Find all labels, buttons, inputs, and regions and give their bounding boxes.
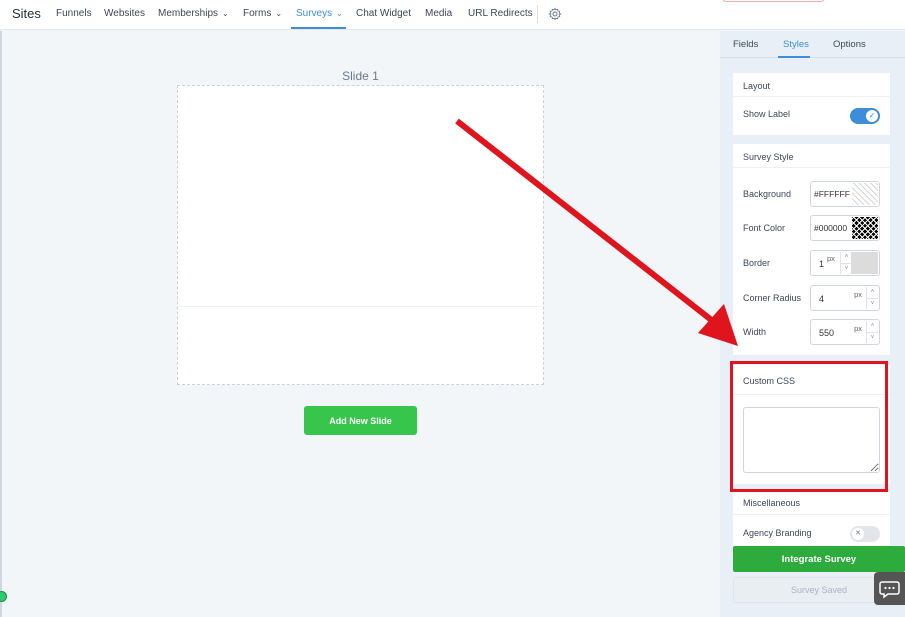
nav-divider — [537, 5, 538, 23]
nav-item-chat-widget[interactable]: Chat Widget — [356, 8, 411, 19]
slide-divider — [178, 306, 543, 307]
nav-item-memberships-label: Memberships — [158, 8, 219, 19]
chevron-down-icon: ⌄ — [275, 9, 283, 18]
add-new-slide-button[interactable]: Add New Slide — [304, 406, 417, 435]
survey-style-card: Survey Style Background #FFFFFF Font Col… — [733, 144, 890, 355]
corner-radius-value: 4 — [819, 294, 825, 304]
background-color-field[interactable]: #FFFFFF — [810, 181, 880, 207]
card-divider — [733, 514, 890, 515]
active-nav-indicator — [291, 27, 346, 29]
gear-icon[interactable] — [548, 7, 562, 21]
nav-item-websites[interactable]: Websites — [104, 8, 145, 19]
brand-title: Sites — [12, 6, 41, 21]
miscellaneous-title: Miscellaneous — [743, 498, 801, 508]
font-color-value: #000000 — [814, 223, 848, 233]
show-label-label: Show Label — [743, 109, 791, 119]
decrement-icon[interactable]: ˅ — [866, 298, 878, 309]
top-banner-button[interactable] — [722, 0, 825, 2]
close-icon: ✕ — [852, 528, 864, 540]
status-indicator-icon[interactable] — [0, 591, 7, 602]
chat-widget-button[interactable] — [874, 572, 905, 605]
tab-styles[interactable]: Styles — [783, 39, 809, 50]
nav-item-forms-label: Forms — [243, 8, 272, 19]
nav-item-forms[interactable]: Forms ⌄ — [243, 8, 282, 19]
corner-radius-unit: px — [854, 290, 862, 299]
width-unit: px — [854, 324, 862, 333]
nav-item-surveys[interactable]: Surveys ⌄ — [296, 8, 343, 19]
layout-card: Layout Show Label ✓ — [733, 73, 890, 135]
width-label: Width — [743, 327, 767, 337]
nav-item-surveys-label: Surveys — [296, 8, 333, 19]
nav-item-media[interactable]: Media — [425, 8, 452, 19]
font-color-swatch[interactable] — [852, 217, 878, 239]
width-input[interactable]: 550 px ˄ ˅ — [810, 319, 880, 345]
chevron-down-icon: ⌄ — [336, 9, 343, 18]
layout-title: Layout — [743, 81, 771, 91]
active-tab-indicator — [778, 56, 810, 58]
tab-fields[interactable]: Fields — [733, 39, 758, 50]
border-label: Border — [743, 258, 771, 268]
border-width-unit: px — [827, 254, 835, 263]
panel-tabs: Fields Styles Options — [720, 31, 905, 58]
slide-canvas[interactable] — [177, 85, 544, 385]
tab-options[interactable]: Options — [833, 39, 866, 50]
integrate-survey-button[interactable]: Integrate Survey — [733, 546, 905, 572]
increment-icon[interactable]: ˄ — [866, 321, 878, 332]
background-label: Background — [743, 189, 792, 199]
corner-radius-input[interactable]: 4 px ˄ ˅ — [810, 285, 880, 311]
border-color-swatch[interactable] — [851, 252, 878, 274]
width-value: 550 — [819, 328, 835, 338]
slide-title: Slide 1 — [342, 69, 379, 83]
decrement-icon[interactable]: ˅ — [866, 332, 878, 343]
nav-item-url-redirects[interactable]: URL Redirects — [468, 8, 533, 19]
chevron-down-icon: ⌄ — [222, 9, 229, 18]
chat-bubble-icon — [879, 581, 900, 599]
increment-icon[interactable]: ˄ — [866, 287, 878, 298]
card-divider — [733, 167, 890, 168]
show-label-toggle[interactable]: ✓ — [850, 108, 880, 124]
border-width-value: 1 — [819, 259, 825, 269]
custom-css-highlight-box — [730, 361, 888, 492]
card-divider — [733, 96, 890, 97]
nav-item-funnels[interactable]: Funnels — [56, 8, 92, 19]
agency-branding-label: Agency Branding — [743, 528, 812, 538]
border-width-field[interactable]: 1 px ˄ ˅ — [810, 250, 880, 276]
background-color-value: #FFFFFF — [814, 189, 850, 199]
check-icon: ✓ — [866, 110, 878, 122]
background-color-swatch[interactable] — [852, 183, 878, 205]
agency-branding-toggle[interactable]: ✕ — [850, 526, 880, 542]
survey-style-title: Survey Style — [743, 152, 794, 162]
font-color-label: Font Color — [743, 223, 786, 233]
nav-item-memberships[interactable]: Memberships ⌄ — [158, 8, 229, 19]
corner-radius-label: Corner Radius — [743, 293, 802, 303]
settings-panel: Fields Styles Options Layout Show Label … — [720, 31, 905, 617]
left-sidebar-edge — [0, 31, 2, 617]
top-navigation: Sites Funnels Websites Memberships ⌄ Form… — [0, 0, 905, 30]
miscellaneous-card: Miscellaneous Agency Branding ✕ — [733, 492, 890, 546]
font-color-field[interactable]: #000000 — [810, 215, 880, 241]
